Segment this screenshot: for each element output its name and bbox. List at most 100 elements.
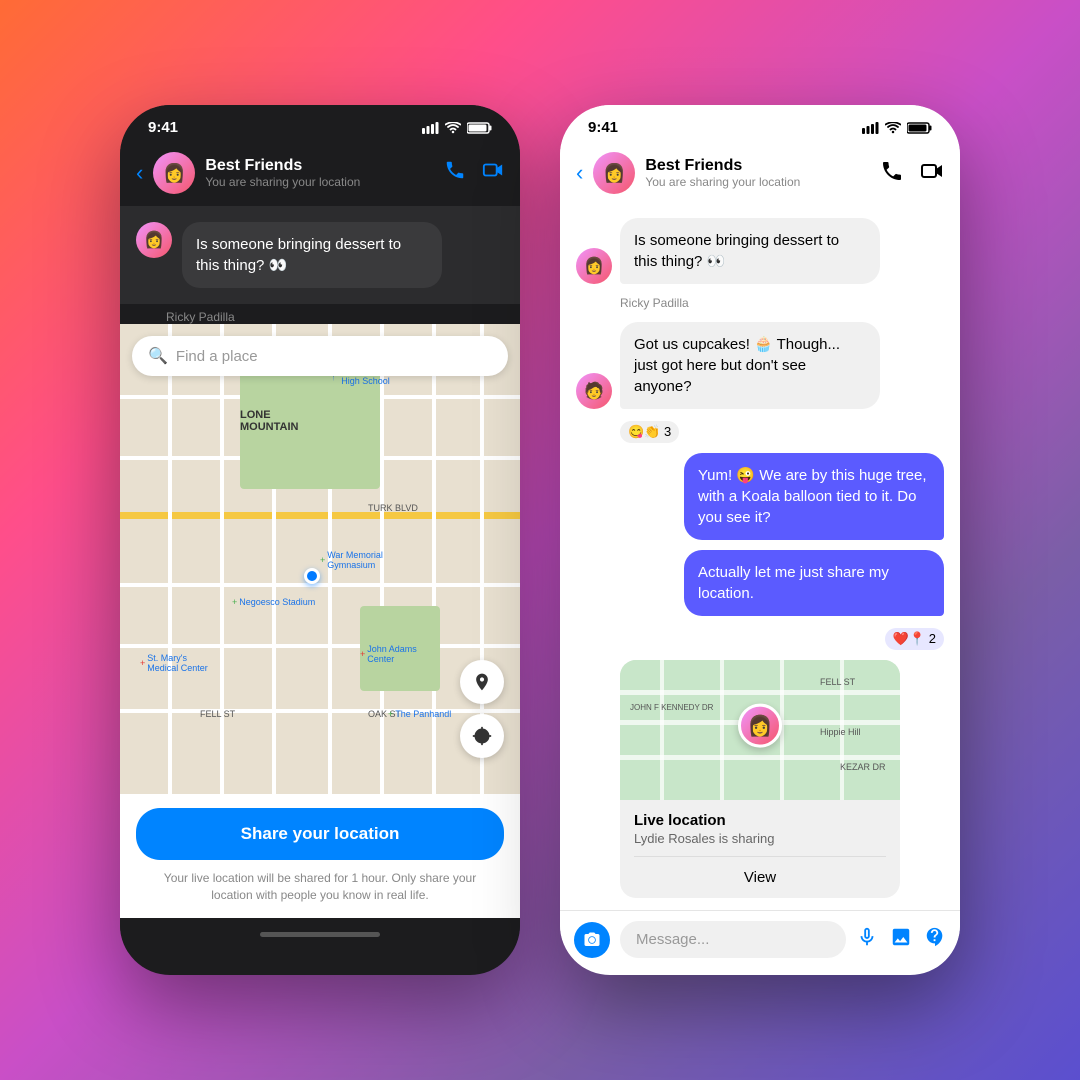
- signal-icon: [422, 122, 439, 134]
- road-h6: [120, 709, 520, 713]
- message-area-dark: 👩 Is someone bringing dessert to this th…: [120, 206, 520, 304]
- reaction-bar-2: 😋👏 3: [620, 421, 944, 443]
- msg-avatar-2: 🧑: [576, 373, 612, 409]
- road-h5: [120, 644, 520, 648]
- search-placeholder: Find a place: [176, 348, 258, 365]
- sender-label-1: Ricky Padilla: [620, 296, 944, 310]
- poi-negoesco: +Negoesco Stadium: [232, 597, 315, 607]
- msg-avatar-dark: 👩: [136, 222, 172, 258]
- road-h3: [120, 512, 520, 519]
- wifi-icon: [445, 122, 461, 134]
- nav-info-left: Best Friends You are sharing your locati…: [205, 157, 434, 189]
- msg-bubble-dark: Is someone bringing dessert to this thin…: [182, 222, 442, 288]
- status-bar-left: 9:41: [120, 105, 520, 144]
- bubble-2: Got us cupcakes! 🧁 Though... just got he…: [620, 322, 880, 409]
- message-input[interactable]: Message...: [620, 921, 846, 958]
- avatar-left: 👩: [153, 152, 195, 194]
- video-icon-left[interactable]: [482, 159, 504, 187]
- nav-actions-right: [880, 159, 944, 188]
- poi-war-memorial: +War MemorialGymnasium: [320, 550, 383, 570]
- road-h4: [120, 583, 520, 587]
- back-button-right[interactable]: ‹: [576, 160, 583, 186]
- bubble-3: Yum! 😜 We are by this huge tree, with a …: [684, 453, 944, 540]
- poi-panhandle: +The Panhandl: [388, 709, 451, 719]
- msg-avatar-1: 👩: [576, 248, 612, 284]
- wifi-icon-right: [885, 122, 901, 134]
- home-indicator-right: [560, 968, 960, 975]
- avatar-right: 👩: [593, 152, 635, 194]
- location-info: Live location Lydie Rosales is sharing: [620, 800, 900, 857]
- chat-name-right: Best Friends: [645, 157, 870, 175]
- status-bar-right: 9:41: [560, 105, 960, 144]
- nav-info-right: Best Friends You are sharing your locati…: [645, 157, 870, 189]
- msg-sender-dark: Ricky Padilla: [120, 310, 520, 324]
- sticker-icon[interactable]: [924, 926, 946, 954]
- road-v1: [168, 324, 172, 794]
- message-placeholder: Message...: [636, 931, 709, 948]
- location-title: Live location: [634, 812, 886, 829]
- status-icons-left: [422, 122, 492, 134]
- image-icon[interactable]: [890, 926, 912, 954]
- road-v2: [220, 324, 224, 794]
- svg-text:FELL ST: FELL ST: [820, 677, 856, 687]
- svg-text:JOHN F KENNEDY DR: JOHN F KENNEDY DR: [630, 703, 714, 712]
- chat-messages: 👩 Is someone bringing dessert to this th…: [560, 206, 960, 910]
- bubble-4: Actually let me just share my location.: [684, 550, 944, 616]
- location-button[interactable]: [460, 714, 504, 758]
- status-icons-right: [862, 122, 932, 134]
- battery-icon: [467, 122, 492, 134]
- label-turk: TURK BLVD: [368, 503, 418, 513]
- camera-button[interactable]: [574, 922, 610, 958]
- call-icon-left[interactable]: [444, 159, 466, 187]
- nav-bar-right: ‹ 👩 Best Friends You are sharing your lo…: [560, 144, 960, 206]
- svg-text:KEZAR DR: KEZAR DR: [840, 762, 886, 772]
- pin-button[interactable]: [460, 660, 504, 704]
- message-row-3: Yum! 😜 We are by this huge tree, with a …: [576, 453, 944, 540]
- location-map-thumb: FELL ST JOHN F KENNEDY DR Hippie Hill KE…: [620, 660, 900, 800]
- location-card: FELL ST JOHN F KENNEDY DR Hippie Hill KE…: [620, 660, 900, 898]
- location-card-row: FELL ST JOHN F KENNEDY DR Hippie Hill KE…: [576, 660, 944, 898]
- svg-text:Hippie Hill: Hippie Hill: [820, 727, 861, 737]
- call-icon-right[interactable]: [880, 159, 904, 188]
- input-icons: [856, 926, 946, 954]
- bubble-1: Is someone bringing dessert to this thin…: [620, 218, 880, 284]
- poi-stmarys: +St. Mary'sMedical Center: [140, 653, 208, 673]
- message-input-bar: Message...: [560, 910, 960, 968]
- battery-icon-right: [907, 122, 932, 134]
- reaction-pill-4: ❤️📍 2: [885, 628, 944, 650]
- map-container: LONEMOUNTAIN TURK BLVD FELL ST OAK ST RO…: [120, 324, 520, 794]
- label-fell: FELL ST: [200, 709, 235, 719]
- signal-icon-right: [862, 122, 879, 134]
- share-disclaimer: Your live location will be shared for 1 …: [136, 870, 504, 904]
- road-v6: [432, 324, 436, 794]
- search-icon: 🔍: [148, 346, 168, 366]
- share-section: Share your location Your live location w…: [120, 794, 520, 918]
- message-row-2: 🧑 Got us cupcakes! 🧁 Though... just got …: [576, 322, 944, 409]
- left-phone: 9:41 ‹ 👩 Best Frien: [120, 105, 520, 975]
- reaction-pill-2: 😋👏 3: [620, 421, 679, 443]
- message-row-1: 👩 Is someone bringing dessert to this th…: [576, 218, 944, 284]
- nav-bar-left: ‹ 👩 Best Friends You are sharing your lo…: [120, 144, 520, 206]
- mic-icon[interactable]: [856, 926, 878, 954]
- label-lone-mountain: LONEMOUNTAIN: [240, 409, 298, 433]
- location-view-button[interactable]: View: [620, 857, 900, 898]
- video-icon-right[interactable]: [920, 159, 944, 188]
- nav-actions-left: [444, 159, 504, 187]
- right-phone: 9:41 ‹ 👩 Best Frien: [560, 105, 960, 975]
- time-right: 9:41: [588, 119, 618, 136]
- home-indicator-left: [120, 918, 520, 952]
- location-avatar-pin: 👩: [738, 704, 782, 748]
- reaction-bar-4: ❤️📍 2: [576, 628, 944, 650]
- home-bar-left: [260, 932, 380, 937]
- chat-subtitle-left: You are sharing your location: [205, 175, 434, 189]
- share-location-button[interactable]: Share your location: [136, 808, 504, 860]
- chat-name-left: Best Friends: [205, 157, 434, 175]
- back-button-left[interactable]: ‹: [136, 160, 143, 186]
- location-subtitle: Lydie Rosales is sharing: [634, 831, 886, 846]
- search-bar[interactable]: 🔍 Find a place: [132, 336, 508, 376]
- map-area: LONEMOUNTAIN TURK BLVD FELL ST OAK ST RO…: [120, 324, 520, 794]
- message-row-4: Actually let me just share my location.: [576, 550, 944, 616]
- poi-johnadams: +John AdamsCenter: [360, 644, 417, 664]
- chat-subtitle-right: You are sharing your location: [645, 175, 870, 189]
- time-left: 9:41: [148, 119, 178, 136]
